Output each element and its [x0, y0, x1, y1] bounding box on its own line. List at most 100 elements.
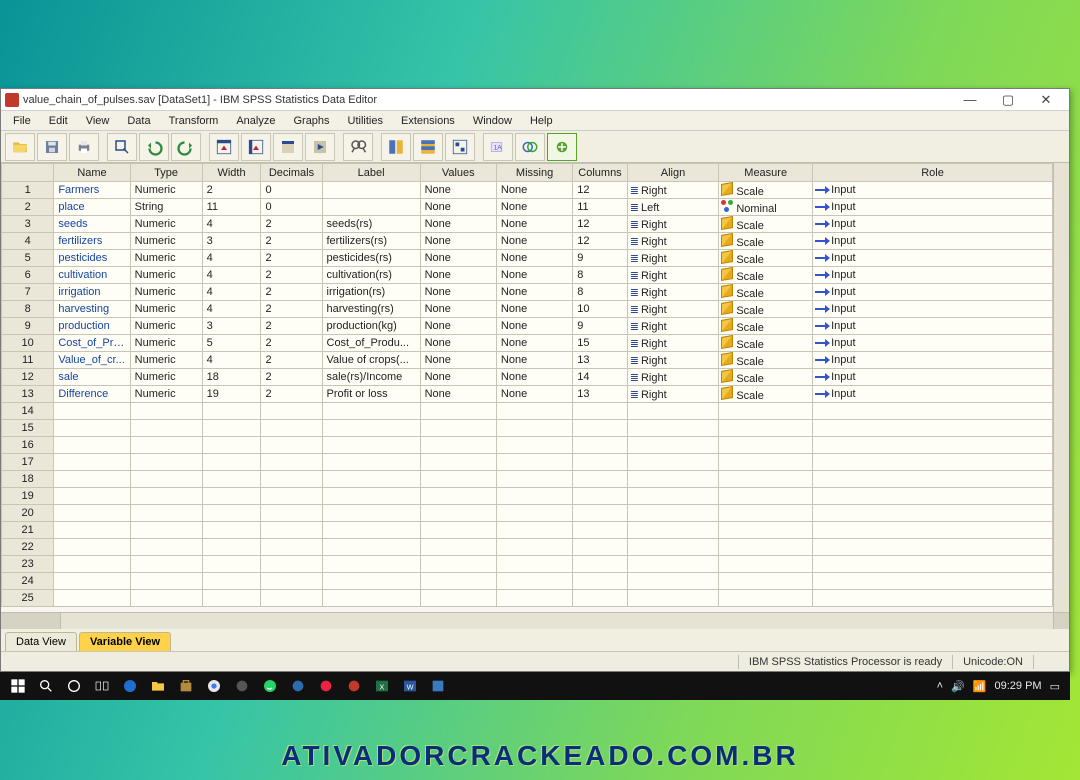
- windows-taskbar[interactable]: X W ˄ 🔊 📶 09:29 PM ▭: [0, 672, 1070, 700]
- table-row-empty[interactable]: 17: [2, 454, 1053, 471]
- row-number[interactable]: 8: [2, 301, 54, 318]
- goto-variable-button[interactable]: [241, 133, 271, 161]
- action-center-icon[interactable]: ▭: [1050, 680, 1060, 693]
- split-file-button[interactable]: [381, 133, 411, 161]
- cell-width[interactable]: 4: [202, 352, 261, 369]
- horizontal-scrollbar[interactable]: [1, 613, 1069, 629]
- table-row[interactable]: 12saleNumeric182sale(rs)/IncomeNoneNone1…: [2, 369, 1053, 386]
- store-icon[interactable]: [172, 674, 200, 698]
- table-row[interactable]: 7irrigationNumeric42irrigation(rs)NoneNo…: [2, 284, 1053, 301]
- cell-name[interactable]: Cost_of_Pro...: [54, 335, 130, 352]
- cell-name[interactable]: seeds: [54, 216, 130, 233]
- col-columns[interactable]: Columns: [573, 164, 628, 182]
- row-number[interactable]: 12: [2, 369, 54, 386]
- cell-align[interactable]: Right: [627, 318, 719, 335]
- cell-values[interactable]: None: [420, 318, 496, 335]
- explorer-icon[interactable]: [144, 674, 172, 698]
- cell-type[interactable]: Numeric: [130, 318, 202, 335]
- cell-measure[interactable]: Scale: [719, 284, 813, 301]
- table-row[interactable]: 2placeString110NoneNone11LeftNominalInpu…: [2, 199, 1053, 216]
- cell-decimals[interactable]: 2: [261, 301, 322, 318]
- row-number[interactable]: 18: [2, 471, 54, 488]
- save-button[interactable]: [37, 133, 67, 161]
- cell-label[interactable]: harvesting(rs): [322, 301, 420, 318]
- cell-values[interactable]: None: [420, 369, 496, 386]
- cell-label[interactable]: production(kg): [322, 318, 420, 335]
- cell-decimals[interactable]: 2: [261, 284, 322, 301]
- cell-decimals[interactable]: 2: [261, 318, 322, 335]
- cell-measure[interactable]: Scale: [719, 250, 813, 267]
- cell-align[interactable]: Left: [627, 199, 719, 216]
- table-row-empty[interactable]: 16: [2, 437, 1053, 454]
- menu-graphs[interactable]: Graphs: [285, 113, 337, 129]
- row-number[interactable]: 16: [2, 437, 54, 454]
- cell-type[interactable]: Numeric: [130, 386, 202, 403]
- menu-data[interactable]: Data: [119, 113, 158, 129]
- cell-type[interactable]: Numeric: [130, 216, 202, 233]
- cell-name[interactable]: sale: [54, 369, 130, 386]
- cell-label[interactable]: [322, 199, 420, 216]
- table-row-empty[interactable]: 21: [2, 522, 1053, 539]
- cell-type[interactable]: Numeric: [130, 182, 202, 199]
- redo-button[interactable]: [171, 133, 201, 161]
- cell-measure[interactable]: Scale: [719, 318, 813, 335]
- undo-button[interactable]: [139, 133, 169, 161]
- use-sets-button[interactable]: [515, 133, 545, 161]
- table-row-empty[interactable]: 19: [2, 488, 1053, 505]
- cell-label[interactable]: Value of crops(...: [322, 352, 420, 369]
- cell-values[interactable]: None: [420, 250, 496, 267]
- cell-name[interactable]: cultivation: [54, 267, 130, 284]
- cell-missing[interactable]: None: [496, 284, 572, 301]
- cell-name[interactable]: place: [54, 199, 130, 216]
- cell-width[interactable]: 4: [202, 284, 261, 301]
- cell-columns[interactable]: 10: [573, 301, 628, 318]
- cell-name[interactable]: Difference: [54, 386, 130, 403]
- row-number[interactable]: 4: [2, 233, 54, 250]
- task-view-icon[interactable]: [88, 674, 116, 698]
- show-all-variables-button[interactable]: [547, 133, 577, 161]
- row-number[interactable]: 6: [2, 267, 54, 284]
- row-number[interactable]: 15: [2, 420, 54, 437]
- table-row-empty[interactable]: 24: [2, 573, 1053, 590]
- cell-align[interactable]: Right: [627, 335, 719, 352]
- table-row[interactable]: 13DifferenceNumeric192Profit or lossNone…: [2, 386, 1053, 403]
- cell-role[interactable]: Input: [813, 352, 1053, 369]
- cell-type[interactable]: Numeric: [130, 250, 202, 267]
- print-button[interactable]: [69, 133, 99, 161]
- row-number[interactable]: 13: [2, 386, 54, 403]
- cell-columns[interactable]: 9: [573, 318, 628, 335]
- table-row[interactable]: 4fertilizersNumeric32fertilizers(rs)None…: [2, 233, 1053, 250]
- cell-columns[interactable]: 15: [573, 335, 628, 352]
- cell-values[interactable]: None: [420, 233, 496, 250]
- cell-values[interactable]: None: [420, 386, 496, 403]
- app-icon-4[interactable]: [340, 674, 368, 698]
- cell-align[interactable]: Right: [627, 386, 719, 403]
- cell-width[interactable]: 18: [202, 369, 261, 386]
- system-tray[interactable]: ˄ 🔊 📶 09:29 PM ▭: [937, 680, 1066, 693]
- cell-label[interactable]: sale(rs)/Income: [322, 369, 420, 386]
- cell-role[interactable]: Input: [813, 250, 1053, 267]
- tab-variable-view[interactable]: Variable View: [79, 632, 171, 651]
- cell-role[interactable]: Input: [813, 386, 1053, 403]
- cell-width[interactable]: 19: [202, 386, 261, 403]
- whatsapp-icon[interactable]: [256, 674, 284, 698]
- cell-missing[interactable]: None: [496, 301, 572, 318]
- volume-icon[interactable]: 🔊: [951, 680, 965, 693]
- cell-columns[interactable]: 14: [573, 369, 628, 386]
- row-number[interactable]: 14: [2, 403, 54, 420]
- cell-values[interactable]: None: [420, 267, 496, 284]
- cell-decimals[interactable]: 2: [261, 335, 322, 352]
- search-icon[interactable]: [32, 674, 60, 698]
- cell-decimals[interactable]: 2: [261, 386, 322, 403]
- cell-decimals[interactable]: 2: [261, 369, 322, 386]
- cell-name[interactable]: production: [54, 318, 130, 335]
- cell-measure[interactable]: Scale: [719, 267, 813, 284]
- cell-values[interactable]: None: [420, 199, 496, 216]
- col-measure[interactable]: Measure: [719, 164, 813, 182]
- cell-name[interactable]: fertilizers: [54, 233, 130, 250]
- cell-width[interactable]: 11: [202, 199, 261, 216]
- menu-window[interactable]: Window: [465, 113, 520, 129]
- col-values[interactable]: Values: [420, 164, 496, 182]
- cell-name[interactable]: Value_of_cr...: [54, 352, 130, 369]
- cell-values[interactable]: None: [420, 216, 496, 233]
